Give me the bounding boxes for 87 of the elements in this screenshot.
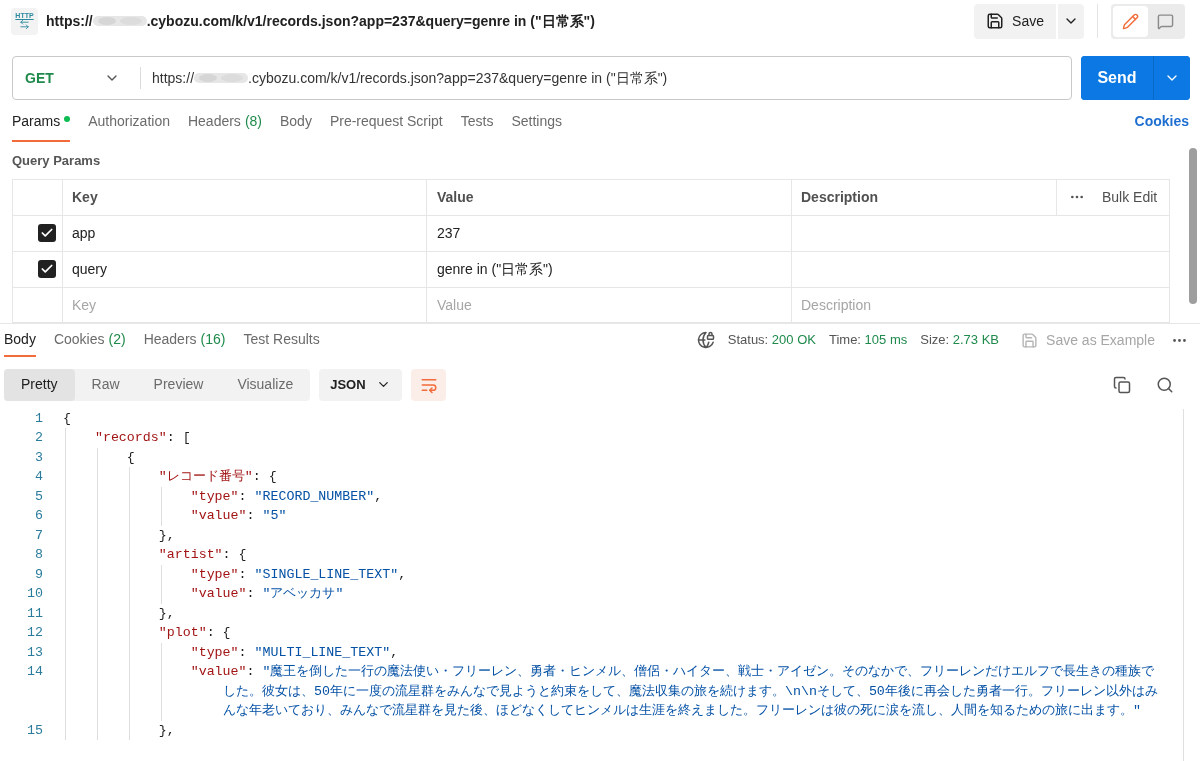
arrows-icon: [19, 19, 30, 30]
table-cell[interactable]: 237: [427, 215, 792, 252]
row-checkbox[interactable]: [38, 224, 56, 242]
url-text: .cybozu.com/k/v1/records.json?app=237&query=genre in ("日常系"): [248, 68, 668, 88]
view-mode-tab[interactable]: Preview: [136, 368, 221, 401]
code-line: },: [157, 604, 176, 623]
pencil-icon: [1122, 12, 1139, 30]
request-tab[interactable]: Tests: [460, 111, 494, 142]
check-icon: [40, 226, 54, 240]
url-text: https://: [152, 68, 195, 88]
line-number: 4: [34, 468, 43, 486]
cookies-link[interactable]: Cookies: [1134, 111, 1189, 142]
line-number: 3: [34, 448, 43, 467]
bulk-edit-button[interactable]: Bulk Edit: [1102, 186, 1158, 208]
line-number: 6: [34, 507, 43, 525]
response-tab[interactable]: Test Results: [243, 323, 320, 357]
response-tab[interactable]: Body: [4, 323, 36, 357]
line-number: 10: [26, 585, 43, 603]
request-title: .cybozu.com/k/v1/records.json?app=237&query=genre in ("日常系"): [146, 11, 595, 31]
wrap-lines-button[interactable]: [411, 368, 447, 401]
line-number: 7: [34, 526, 43, 545]
column-header: Description: [792, 179, 1057, 216]
format-dropdown[interactable]: JSON: [319, 368, 403, 401]
code-line: "type": "RECORD_NUMBER",: [189, 487, 384, 506]
line-number: 8: [34, 546, 43, 564]
column-header: Key: [63, 179, 427, 216]
key-field[interactable]: Key: [63, 287, 427, 322]
scrollbar-thumb[interactable]: [1189, 148, 1198, 304]
code-line: "value": "アベッカサ": [189, 585, 345, 603]
request-tab[interactable]: Authorization: [88, 111, 170, 142]
blurred-text-drawing: [92, 14, 147, 28]
edit-mode-button[interactable]: [1113, 5, 1148, 37]
blurred-text-drawing: [194, 71, 249, 85]
save-menu-button[interactable]: [1058, 3, 1084, 39]
line-number: 14: [26, 663, 43, 681]
line-number: 1: [34, 409, 43, 428]
column-header: Value: [427, 179, 792, 216]
comment-icon: [1157, 12, 1174, 30]
request-tab[interactable]: Body: [280, 111, 312, 142]
response-tab[interactable]: Cookies (2): [53, 323, 126, 357]
url-bar[interactable]: GET https:// .cybozu.com/k/v1/records.json?app=237&query=genre in ("日常系"): [12, 56, 1072, 100]
line-number: 11: [26, 604, 43, 623]
request-tab[interactable]: Pre-request Script: [329, 111, 443, 142]
globe-lock-icon[interactable]: [696, 331, 715, 349]
code-line: "type": "MULTI_LINE_TEXT",: [189, 643, 400, 662]
line-number: 13: [26, 643, 43, 662]
description-field[interactable]: Description: [792, 287, 1170, 322]
line-number: 12: [26, 624, 43, 642]
row-checkbox[interactable]: [38, 260, 56, 278]
line-number: 5: [34, 487, 43, 506]
response-stat: Status: 200 OK: [727, 331, 816, 350]
section-title: Query Params: [12, 152, 102, 170]
code-line: "artist": {: [157, 546, 248, 564]
line-number: 15: [26, 721, 43, 740]
code-line: "type": "SINGLE_LINE_TEXT",: [189, 565, 408, 584]
view-mode-tab[interactable]: Raw: [74, 368, 137, 401]
code-line: "value": "5": [189, 507, 288, 525]
table-cell[interactable]: genre in ("日常系"): [427, 251, 792, 288]
request-title: https://: [46, 11, 93, 31]
save-icon: [986, 12, 1005, 30]
request-tab[interactable]: Params: [12, 111, 71, 142]
code-line: "plot": {: [157, 624, 232, 642]
code-line: "レコード番号": {: [157, 468, 278, 486]
code-line: {: [125, 448, 136, 467]
code-line: "value": "魔王を倒した一行の魔法使い・フリーレン、勇者・ヒンメル、僧侶・ハイター、戦士・アイゼン。そのなかで、フリーレンだけエルフで長生きの種族でした。彼女は、50年に一度の流星群をみんなで見ようと約束をして、魔法収集の旅を続けます。\n\nそして、50年後に再会した勇者一行。フリーレン以外はみんな年老いており、みんなで流星群を見た後、ほどなくしてヒンメルは生涯を終えました。フリーレンは彼の死に涙を流し、人間を知るための旅に出ます。": [189, 663, 1159, 720]
value-field[interactable]: Value: [427, 287, 792, 322]
check-icon: [40, 262, 54, 276]
table-cell[interactable]: query: [63, 251, 427, 288]
code-line: {: [63, 409, 72, 428]
view-mode-tab[interactable]: Visualize: [220, 368, 311, 401]
request-tab[interactable]: Settings: [511, 111, 563, 142]
line-number: 9: [34, 565, 43, 584]
code-line: "records": [: [93, 429, 192, 447]
method-dropdown[interactable]: GET: [13, 67, 140, 89]
response-stat: Time: 105 ms: [828, 331, 908, 350]
copy-icon[interactable]: [1113, 375, 1131, 394]
request-tab[interactable]: Headers (8): [187, 111, 262, 142]
save-icon: [1021, 331, 1039, 349]
search-icon[interactable]: [1156, 375, 1174, 394]
view-mode-tab[interactable]: Pretty: [4, 368, 75, 401]
table-cell[interactable]: app: [63, 215, 427, 252]
response-tab[interactable]: Headers (16): [143, 323, 226, 357]
save-button[interactable]: Save: [974, 3, 1056, 39]
code-line: },: [157, 526, 176, 545]
response-stat: Size: 2.73 KB: [920, 331, 1000, 350]
code-line: },: [157, 721, 176, 740]
line-number: 2: [34, 429, 43, 447]
